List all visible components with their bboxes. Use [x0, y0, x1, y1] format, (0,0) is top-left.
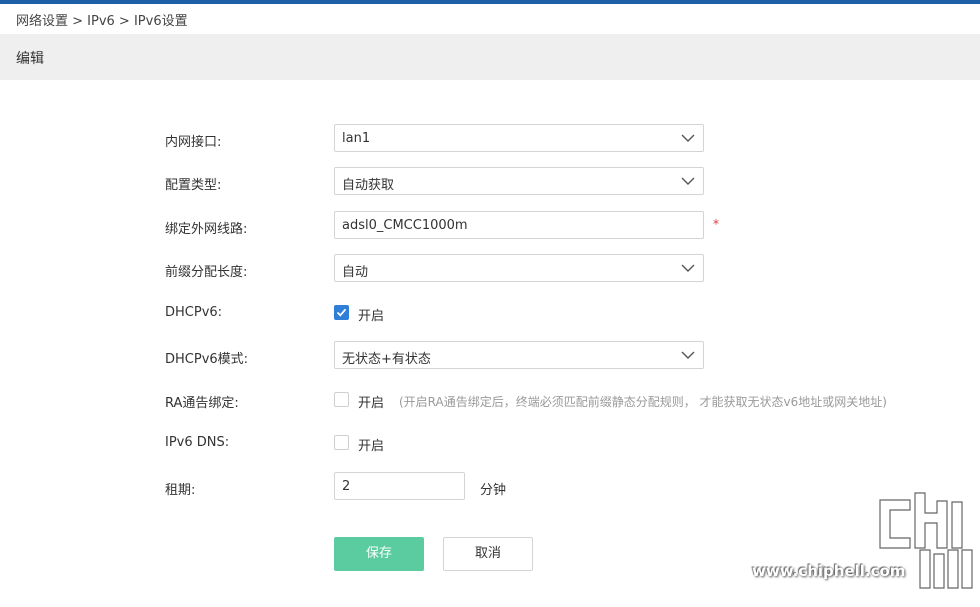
lan-interface-value: lan1	[342, 131, 371, 146]
wan-binding-label: 绑定外网线路:	[165, 222, 248, 237]
ipv6-dns-checkbox[interactable]	[334, 435, 349, 450]
prefix-length-value: 自动	[342, 265, 369, 280]
wan-binding-row: 绑定外网线路: adsl0_CMCC1000m *	[0, 211, 980, 241]
config-type-value: 自动获取	[342, 178, 395, 193]
config-type-label: 配置类型:	[165, 178, 222, 193]
wan-binding-input[interactable]: adsl0_CMCC1000m	[334, 211, 704, 239]
dhcpv6-label: DHCPv6:	[165, 305, 223, 320]
ipv6-dns-option-label: 开启	[358, 439, 385, 454]
page-header: 编辑	[0, 34, 980, 80]
dhcpv6-mode-select[interactable]: 无状态+有状态	[334, 341, 704, 369]
lease-label: 租期:	[165, 483, 196, 498]
dhcpv6-mode-row: DHCPv6模式: 无状态+有状态	[0, 341, 980, 371]
top-accent-bar	[0, 0, 980, 4]
ipv6-dns-label: IPv6 DNS:	[165, 435, 230, 450]
lease-value: 2	[342, 479, 351, 494]
chevron-down-icon	[681, 134, 695, 142]
lease-unit: 分钟	[480, 483, 507, 498]
chevron-down-icon	[681, 177, 695, 185]
config-type-row: 配置类型: 自动获取	[0, 167, 980, 197]
lan-interface-select[interactable]: lan1	[334, 124, 704, 152]
ra-binding-label: RA通告绑定:	[165, 396, 239, 411]
prefix-length-label: 前缀分配长度:	[165, 265, 248, 280]
prefix-length-row: 前缀分配长度: 自动	[0, 254, 980, 284]
chevron-down-icon	[681, 351, 695, 359]
lease-input[interactable]: 2	[334, 472, 465, 500]
breadcrumb[interactable]: 网络设置 > IPv6 > IPv6设置	[16, 10, 188, 29]
dhcpv6-mode-value: 无状态+有状态	[342, 352, 431, 367]
dhcpv6-row: DHCPv6: 开启	[0, 298, 980, 328]
ra-binding-row: RA通告绑定: 开启 (开启RA通告绑定后，终端必须匹配前缀静态分配规则， 才能…	[0, 385, 980, 415]
chevron-down-icon	[681, 264, 695, 272]
watermark-url: www.chiphell.com	[752, 562, 906, 580]
dhcpv6-option-label: 开启	[358, 309, 385, 324]
lan-interface-row: 内网接口: lan1	[0, 124, 980, 154]
lan-interface-label: 内网接口:	[165, 135, 222, 150]
save-button[interactable]: 保存	[334, 537, 424, 571]
dhcpv6-mode-label: DHCPv6模式:	[165, 352, 249, 367]
ra-binding-checkbox[interactable]	[334, 392, 349, 407]
ra-binding-hint: (开启RA通告绑定后，终端必须匹配前缀静态分配规则， 才能获取无状态v6地址或网…	[399, 395, 887, 409]
page-title: 编辑	[16, 51, 44, 67]
cancel-button[interactable]: 取消	[443, 537, 533, 571]
wan-binding-value: adsl0_CMCC1000m	[342, 218, 468, 233]
checkmark-icon	[336, 308, 347, 317]
required-mark: *	[713, 217, 719, 231]
dhcpv6-checkbox[interactable]	[334, 305, 349, 320]
ra-binding-option-label: 开启	[358, 396, 385, 411]
ipv6-dns-row: IPv6 DNS: 开启	[0, 428, 980, 458]
config-type-select[interactable]: 自动获取	[334, 167, 704, 195]
prefix-length-select[interactable]: 自动	[334, 254, 704, 282]
